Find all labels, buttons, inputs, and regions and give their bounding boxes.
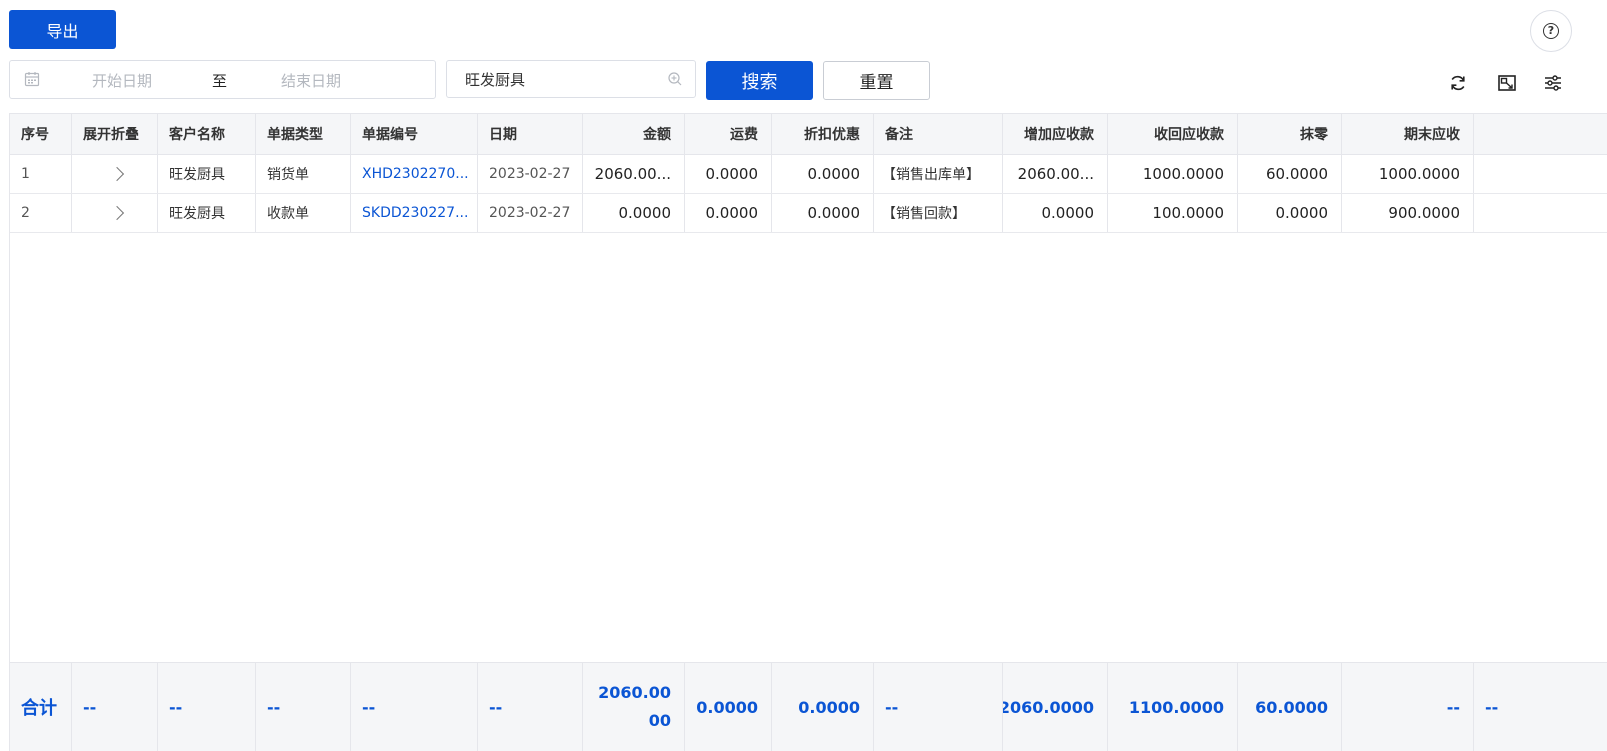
report-table: 序号 展开折叠 客户名称 单据类型 单据编号 日期 金额 运费 折扣优惠 备注 … [9, 113, 1607, 751]
col-index: 序号 [10, 114, 72, 154]
cell-end-receivable: 900.0000 [1342, 194, 1474, 232]
footer-round-off: 60.0000 [1238, 663, 1342, 751]
reset-button[interactable]: 重置 [823, 61, 930, 100]
doc-no-link[interactable]: XHD2302270... [351, 155, 478, 193]
footer-empty: -- [1485, 697, 1499, 717]
footer-empty: -- [351, 663, 478, 751]
cell-index: 2 [10, 194, 72, 232]
date-start-input[interactable]: 开始日期 [92, 70, 152, 91]
footer-empty: -- [874, 663, 1003, 751]
select-search-icon[interactable] [667, 71, 683, 87]
cell-recover-receivable: 100.0000 [1108, 194, 1238, 232]
footer-end-receivable: -- [1342, 663, 1474, 751]
cell-doc-type: 销货单 [256, 155, 351, 193]
search-button[interactable]: 搜索 [706, 61, 813, 100]
cell-date: 2023-02-27 [478, 155, 583, 193]
table-header: 序号 展开折叠 客户名称 单据类型 单据编号 日期 金额 运费 折扣优惠 备注 … [10, 113, 1607, 155]
col-add-receivable: 增加应收款 [1003, 114, 1108, 154]
col-extra [1474, 114, 1607, 154]
col-freight: 运费 [685, 114, 772, 154]
date-range-picker[interactable]: 开始日期 至 结束日期 [9, 60, 436, 99]
table-row[interactable]: 1 旺发厨具 销货单 XHD2302270... 2023-02-27 2060… [10, 155, 1607, 194]
chevron-right-icon [109, 205, 125, 221]
cell-end-receivable: 1000.0000 [1342, 155, 1474, 193]
footer-empty: -- [256, 663, 351, 751]
cell-round-off: 60.0000 [1238, 155, 1342, 193]
footer-recover-receivable: 1100.0000 [1108, 663, 1238, 751]
col-doc-type: 单据类型 [256, 114, 351, 154]
cell-extra [1474, 194, 1607, 232]
customer-select[interactable]: 旺发厨具 [446, 60, 696, 98]
expand-toggle[interactable] [72, 155, 158, 193]
col-amount: 金额 [583, 114, 685, 154]
date-separator: 至 [212, 72, 228, 90]
cell-discount: 0.0000 [772, 155, 874, 193]
cell-index: 1 [10, 155, 72, 193]
cell-freight: 0.0000 [685, 155, 772, 193]
table-row[interactable]: 2 旺发厨具 收款单 SKDD230227... 2023-02-27 0.00… [10, 194, 1607, 233]
col-discount: 折扣优惠 [772, 114, 874, 154]
footer-add-receivable: 2060.0000 [1003, 663, 1108, 751]
col-date: 日期 [478, 114, 583, 154]
col-round-off: 抹零 [1238, 114, 1342, 154]
question-icon: ? [1543, 23, 1559, 39]
date-end-input[interactable]: 结束日期 [281, 70, 341, 91]
col-expand: 展开折叠 [72, 114, 158, 154]
col-recover-receivable: 收回应收款 [1108, 114, 1238, 154]
refresh-icon[interactable] [1447, 72, 1469, 94]
col-doc-no: 单据编号 [351, 114, 478, 154]
footer-freight: 0.0000 [685, 663, 772, 751]
cell-customer: 旺发厨具 [158, 155, 256, 193]
cell-doc-type: 收款单 [256, 194, 351, 232]
customer-select-value: 旺发厨具 [465, 71, 526, 89]
fullscreen-icon[interactable] [1496, 72, 1518, 94]
cell-freight: 0.0000 [685, 194, 772, 232]
footer-empty: -- [478, 663, 583, 751]
col-end-receivable: 期末应收 [1342, 114, 1474, 154]
export-button[interactable]: 导出 [9, 10, 116, 49]
cell-add-receivable: 2060.00... [1003, 155, 1108, 193]
footer-amount: 2060.0000 [583, 663, 685, 751]
column-settings-icon[interactable] [1542, 72, 1564, 94]
footer-discount: 0.0000 [772, 663, 874, 751]
cell-remark: 【销售出库单】 [874, 155, 1003, 193]
footer-total-label: 合计 [10, 663, 72, 751]
cell-remark: 【销售回款】 [874, 194, 1003, 232]
cell-amount: 2060.00... [583, 155, 685, 193]
cell-round-off: 0.0000 [1238, 194, 1342, 232]
chevron-right-icon [109, 166, 125, 182]
cell-date: 2023-02-27 [478, 194, 583, 232]
cell-customer: 旺发厨具 [158, 194, 256, 232]
footer-empty: -- [158, 663, 256, 751]
cell-discount: 0.0000 [772, 194, 874, 232]
footer-empty: -- [72, 663, 158, 751]
cell-extra [1474, 155, 1607, 193]
table-footer-summary: 合计 -- -- -- -- -- 2060.0000 0.0000 0.000… [10, 662, 1607, 751]
doc-no-link[interactable]: SKDD230227... [351, 194, 478, 232]
col-customer: 客户名称 [158, 114, 256, 154]
cell-amount: 0.0000 [583, 194, 685, 232]
cell-recover-receivable: 1000.0000 [1108, 155, 1238, 193]
cell-add-receivable: 0.0000 [1003, 194, 1108, 232]
col-remark: 备注 [874, 114, 1003, 154]
expand-toggle[interactable] [72, 194, 158, 232]
calendar-icon [24, 72, 40, 87]
help-button[interactable]: ? [1530, 10, 1572, 52]
